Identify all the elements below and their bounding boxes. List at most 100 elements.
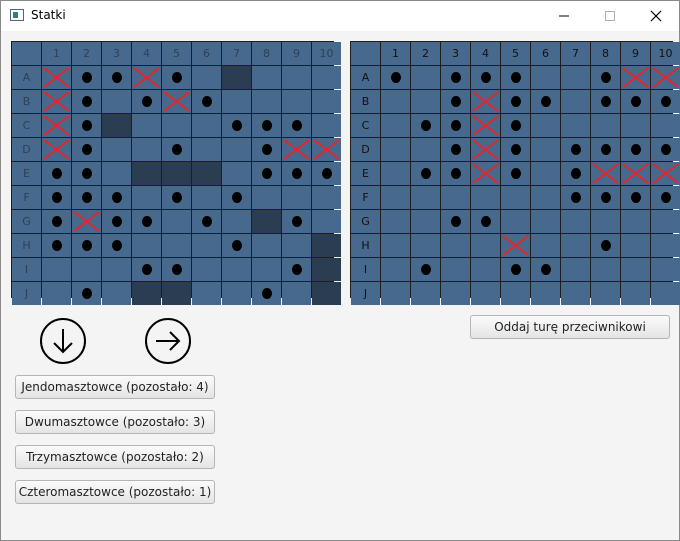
enemy-board-cell[interactable] xyxy=(501,114,530,137)
enemy-board-cell[interactable] xyxy=(501,258,530,281)
enemy-board-cell[interactable] xyxy=(651,234,680,257)
enemy-board-cell[interactable] xyxy=(561,258,590,281)
enemy-board-cell[interactable] xyxy=(381,186,410,209)
enemy-board-cell[interactable] xyxy=(561,186,590,209)
own-board-cell[interactable] xyxy=(222,90,251,113)
enemy-board-cell[interactable] xyxy=(621,234,650,257)
own-board-cell[interactable] xyxy=(252,66,281,89)
close-button[interactable] xyxy=(633,1,679,31)
enemy-board-cell[interactable] xyxy=(381,258,410,281)
own-board-cell[interactable] xyxy=(282,234,311,257)
own-board-cell[interactable] xyxy=(192,210,221,233)
enemy-board-cell[interactable] xyxy=(531,90,560,113)
own-board-cell[interactable] xyxy=(222,114,251,137)
enemy-board-cell[interactable] xyxy=(411,234,440,257)
enemy-board-cell[interactable] xyxy=(381,234,410,257)
own-board-cell[interactable] xyxy=(192,186,221,209)
enemy-board-cell[interactable] xyxy=(591,186,620,209)
enemy-board-cell[interactable] xyxy=(471,66,500,89)
own-board-cell[interactable] xyxy=(222,282,251,305)
own-board-cell[interactable] xyxy=(312,186,341,209)
own-board-cell[interactable] xyxy=(132,114,161,137)
end-turn-button[interactable]: Oddaj turę przeciwnikowi xyxy=(470,315,670,339)
own-board-cell[interactable] xyxy=(252,258,281,281)
enemy-board-cell[interactable] xyxy=(411,258,440,281)
own-board-cell[interactable] xyxy=(42,138,71,161)
enemy-board-cell[interactable] xyxy=(501,66,530,89)
own-board-cell[interactable] xyxy=(102,162,131,185)
own-board-cell[interactable] xyxy=(132,234,161,257)
enemy-board-cell[interactable] xyxy=(591,210,620,233)
own-board-cell[interactable] xyxy=(72,234,101,257)
own-board-cell[interactable] xyxy=(102,114,131,137)
enemy-board-cell[interactable] xyxy=(381,162,410,185)
own-board-cell[interactable] xyxy=(72,210,101,233)
own-board-cell[interactable] xyxy=(162,258,191,281)
own-board-cell[interactable] xyxy=(132,138,161,161)
own-board-cell[interactable] xyxy=(162,114,191,137)
enemy-board-cell[interactable] xyxy=(561,114,590,137)
enemy-board-cell[interactable] xyxy=(471,258,500,281)
own-board-cell[interactable] xyxy=(102,90,131,113)
own-board-cell[interactable] xyxy=(252,210,281,233)
own-board-cell[interactable] xyxy=(132,258,161,281)
enemy-board-cell[interactable] xyxy=(621,258,650,281)
own-board-cell[interactable] xyxy=(252,90,281,113)
own-board-cell[interactable] xyxy=(252,186,281,209)
enemy-board-cell[interactable] xyxy=(621,66,650,89)
enemy-board-cell[interactable] xyxy=(561,138,590,161)
enemy-board-cell[interactable] xyxy=(411,282,440,305)
own-board-cell[interactable] xyxy=(42,210,71,233)
own-board-cell[interactable] xyxy=(312,66,341,89)
enemy-board-cell[interactable] xyxy=(561,282,590,305)
enemy-board-cell[interactable] xyxy=(411,114,440,137)
own-board-cell[interactable] xyxy=(42,114,71,137)
own-board-cell[interactable] xyxy=(222,234,251,257)
own-board-cell[interactable] xyxy=(192,282,221,305)
own-board-cell[interactable] xyxy=(282,186,311,209)
enemy-board-cell[interactable] xyxy=(501,162,530,185)
enemy-board-cell[interactable] xyxy=(591,162,620,185)
enemy-board-cell[interactable] xyxy=(531,282,560,305)
own-board-cell[interactable] xyxy=(132,66,161,89)
own-board-cell[interactable] xyxy=(102,138,131,161)
enemy-board-cell[interactable] xyxy=(441,282,470,305)
enemy-board-cell[interactable] xyxy=(441,90,470,113)
enemy-board-cell[interactable] xyxy=(621,210,650,233)
enemy-board-cell[interactable] xyxy=(441,186,470,209)
own-board-cell[interactable] xyxy=(222,258,251,281)
own-board-cell[interactable] xyxy=(72,282,101,305)
own-board-cell[interactable] xyxy=(192,114,221,137)
own-board-cell[interactable] xyxy=(102,66,131,89)
enemy-board-cell[interactable] xyxy=(531,210,560,233)
enemy-board-cell[interactable] xyxy=(381,90,410,113)
own-board-cell[interactable] xyxy=(132,162,161,185)
enemy-board-cell[interactable] xyxy=(471,114,500,137)
own-board-cell[interactable] xyxy=(312,114,341,137)
enemy-board-cell[interactable] xyxy=(621,282,650,305)
enemy-board-cell[interactable] xyxy=(591,258,620,281)
enemy-board-cell[interactable] xyxy=(651,114,680,137)
own-board-cell[interactable] xyxy=(282,138,311,161)
own-board-cell[interactable] xyxy=(282,162,311,185)
enemy-board-cell[interactable] xyxy=(411,66,440,89)
enemy-board-cell[interactable] xyxy=(621,114,650,137)
own-board-cell[interactable] xyxy=(132,90,161,113)
own-board-cell[interactable] xyxy=(312,90,341,113)
own-board-cell[interactable] xyxy=(132,186,161,209)
enemy-board-cell[interactable] xyxy=(411,162,440,185)
enemy-board-cell[interactable] xyxy=(531,138,560,161)
own-board-cell[interactable] xyxy=(162,282,191,305)
enemy-board-cell[interactable] xyxy=(381,138,410,161)
enemy-board-cell[interactable] xyxy=(441,234,470,257)
three-mast-ships-button[interactable]: Trzymasztowce (pozostało: 2) xyxy=(15,445,215,469)
enemy-board-cell[interactable] xyxy=(621,90,650,113)
enemy-board-cell[interactable] xyxy=(591,66,620,89)
own-board-cell[interactable] xyxy=(192,66,221,89)
enemy-board-cell[interactable] xyxy=(531,186,560,209)
enemy-board-cell[interactable] xyxy=(591,282,620,305)
own-board-cell[interactable] xyxy=(222,162,251,185)
own-board-cell[interactable] xyxy=(282,282,311,305)
own-board-cell[interactable] xyxy=(132,210,161,233)
enemy-board-cell[interactable] xyxy=(561,162,590,185)
